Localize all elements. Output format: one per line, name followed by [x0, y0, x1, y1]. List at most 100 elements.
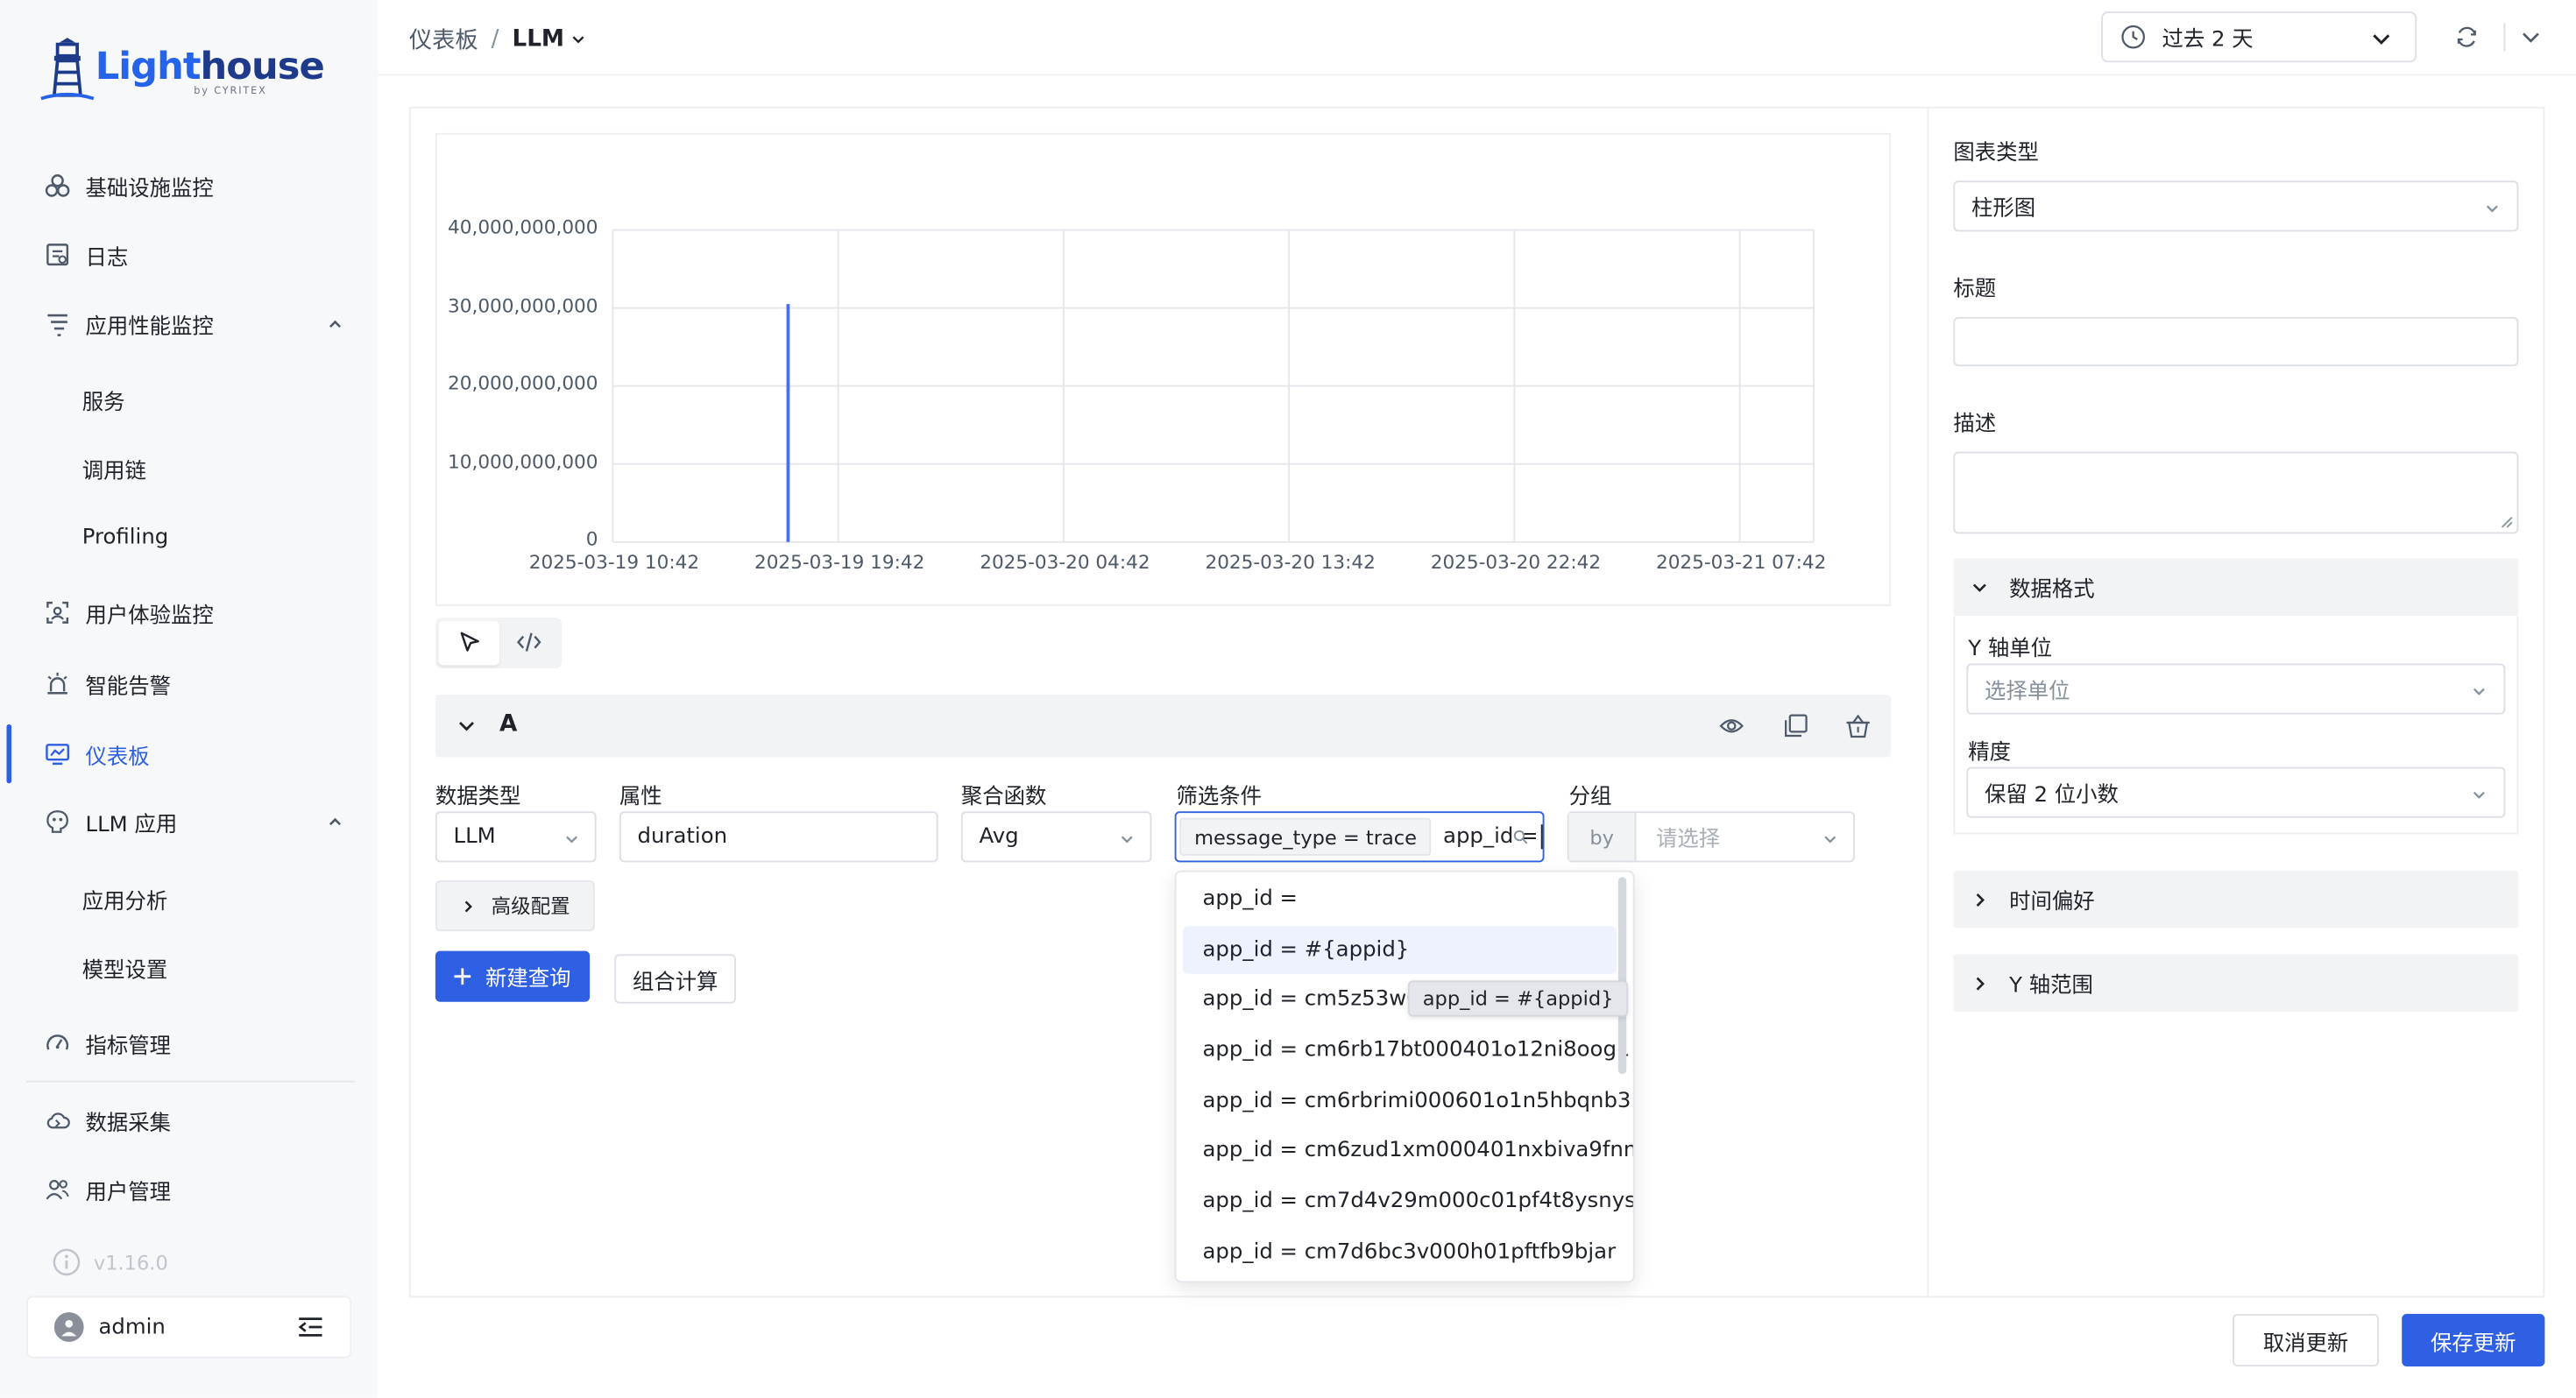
filter-label: 筛选条件: [1176, 785, 1263, 810]
sidebar-item-data-collect[interactable]: 数据采集: [26, 1089, 351, 1151]
attribute-input[interactable]: duration: [619, 811, 938, 863]
search-icon: [1513, 830, 1528, 844]
info-icon: [53, 1248, 81, 1276]
save-update-button[interactable]: 保存更新: [2402, 1314, 2545, 1366]
chevron-right-icon: [1971, 891, 1988, 907]
y-tick-label: 10,000,000,000: [448, 448, 598, 473]
sidebar-item-user-experience[interactable]: 用户体验监控: [26, 582, 351, 644]
chevron-up-icon: [325, 811, 345, 831]
data-type-select[interactable]: LLM: [435, 811, 597, 863]
sidebar-item-alarm[interactable]: 智能告警: [26, 652, 351, 714]
time-preference-title: 时间偏好: [2009, 890, 2095, 915]
chart-type-select[interactable]: 柱形图: [1953, 180, 2519, 232]
advanced-config-button[interactable]: 高级配置: [435, 880, 595, 932]
chevron-down-icon: [2371, 28, 2392, 49]
time-preference-section-header[interactable]: 时间偏好: [1953, 870, 2519, 928]
delete-icon[interactable]: [1845, 713, 1872, 739]
cancel-update-button[interactable]: 取消更新: [2233, 1314, 2379, 1366]
option-text: app_id = #{appid}: [1202, 937, 1410, 963]
query-name: A: [499, 710, 518, 738]
dropdown-option[interactable]: app_id = cm6zud1xm000401nxbiva9fnm: [1183, 1126, 1633, 1174]
x-tick-label: 2025-03-20 13:42: [1205, 550, 1376, 574]
aggregation-select[interactable]: Avg: [960, 811, 1152, 863]
sidebar-item-label: 日志: [85, 245, 129, 271]
eye-icon[interactable]: [1718, 713, 1744, 739]
dropdown-option[interactable]: app_id = cm6rbrimi000601o1n5hbqnb3: [1183, 1077, 1631, 1125]
panel-divider: [1927, 108, 1929, 1296]
apm-icon: [43, 309, 73, 339]
data-format-section-header[interactable]: 数据格式: [1953, 558, 2519, 617]
user-card[interactable]: admin: [26, 1296, 352, 1359]
chevron-down-icon: [1119, 831, 1136, 848]
option-text: app_id = cm6zud1xm000401nxbiva9fnm: [1202, 1138, 1635, 1163]
sidebar-item-service[interactable]: 服务: [26, 368, 351, 430]
collapse-menu-icon[interactable]: [297, 1316, 323, 1338]
sidebar-item-trace[interactable]: 调用链: [26, 437, 351, 499]
sidebar-item-apm[interactable]: 应用性能监控: [26, 293, 351, 355]
sidebar-item-label: Profiling: [81, 525, 169, 550]
filter-input[interactable]: message_type = trace app_id =: [1174, 811, 1545, 863]
breadcrumb-current[interactable]: LLM: [512, 26, 564, 53]
sidebar-item-label: 数据采集: [85, 1111, 172, 1136]
dropdown-scrollbar[interactable]: [1617, 877, 1627, 1075]
username: admin: [98, 1314, 166, 1340]
sidebar-item-label: 智能告警: [85, 674, 172, 699]
filter-tag[interactable]: message_type = trace: [1179, 817, 1432, 856]
dropdown-option[interactable]: app_id = cm7d4v29m000c01pf4t8ysnys: [1183, 1177, 1633, 1225]
sidebar-item-model-settings[interactable]: 模型设置: [26, 936, 351, 999]
sidebar-item-label: LLM 应用: [85, 812, 178, 837]
sidebar-item-label: 应用性能监控: [85, 314, 214, 340]
combine-calc-button[interactable]: 组合计算: [614, 954, 736, 1004]
precision-label: 精度: [1968, 740, 2012, 766]
attribute-label: 属性: [619, 785, 662, 810]
sidebar-item-user-manage[interactable]: 用户管理: [26, 1158, 351, 1220]
refresh-interval-dropdown-icon[interactable]: [2520, 26, 2541, 47]
resize-handle-icon[interactable]: [2501, 516, 2514, 529]
chevron-down-icon: [2484, 201, 2501, 217]
dropdown-option[interactable]: app_id =: [1183, 875, 1617, 922]
editor-mode-toggle: [435, 618, 563, 669]
dropdown-option[interactable]: app_id = cm7d6bc3v000h01pftfb9bjar: [1183, 1229, 1617, 1276]
sidebar-item-dashboard[interactable]: 仪表板: [26, 723, 351, 785]
cancel-update-label: 取消更新: [2262, 1331, 2349, 1356]
y-range-section-header[interactable]: Y 轴范围: [1953, 954, 2519, 1012]
sidebar-item-label: 指标管理: [85, 1034, 172, 1059]
filter-suggestion-dropdown: app_id = app_id = #{appid} app_id = cm5z…: [1174, 870, 1635, 1283]
sidebar-item-log[interactable]: 日志: [26, 223, 351, 286]
time-range-picker[interactable]: 过去 2 天: [2101, 11, 2417, 63]
y-tick-label: 30,000,000,000: [448, 293, 598, 316]
sidebar-item-metric[interactable]: 指标管理: [26, 1012, 351, 1074]
chevron-down-icon[interactable]: [570, 32, 586, 48]
chevron-right-icon: [460, 898, 477, 914]
sidebar-item-profiling[interactable]: Profiling: [26, 506, 351, 568]
group-by-select[interactable]: by 请选择: [1567, 811, 1855, 863]
description-textarea[interactable]: [1953, 451, 2519, 534]
precision-select[interactable]: 保留 2 位小数: [1966, 766, 2506, 818]
sidebar-item-infrastructure[interactable]: 基础设施监控: [26, 154, 351, 216]
sidebar-item-label: 仪表板: [85, 745, 150, 770]
precision-value: 保留 2 位小数: [1985, 783, 2119, 808]
sidebar-item-app-analysis[interactable]: 应用分析: [26, 867, 351, 929]
chart-type-value: 柱形图: [1971, 197, 2036, 222]
new-query-button[interactable]: 新建查询: [435, 950, 591, 1002]
query-header[interactable]: A: [435, 695, 1892, 758]
chart-bar[interactable]: [786, 304, 790, 542]
sidebar-item-llm[interactable]: LLM 应用: [26, 790, 351, 852]
title-input[interactable]: [1953, 316, 2519, 367]
avatar: [53, 1312, 84, 1342]
data-type-label: 数据类型: [435, 785, 521, 810]
description-label: 描述: [1953, 412, 1997, 437]
dropdown-option[interactable]: app_id = #{appid}: [1183, 926, 1617, 974]
refresh-icon[interactable]: [2454, 25, 2479, 49]
copy-icon[interactable]: [1782, 713, 1808, 739]
chevron-down-icon[interactable]: [456, 717, 477, 737]
sidebar-divider: [26, 1080, 355, 1083]
chevron-down-icon: [563, 831, 580, 848]
bar-chart: [612, 229, 1815, 543]
y-unit-select[interactable]: 选择单位: [1966, 663, 2506, 715]
breadcrumb-root[interactable]: 仪表板: [409, 23, 478, 56]
chevron-down-icon: [1822, 831, 1838, 848]
code-icon[interactable]: [516, 631, 542, 653]
group-label: 分组: [1568, 785, 1612, 810]
dropdown-option[interactable]: app_id = cm6rb17bt000401o12ni8oog1: [1183, 1027, 1631, 1074]
